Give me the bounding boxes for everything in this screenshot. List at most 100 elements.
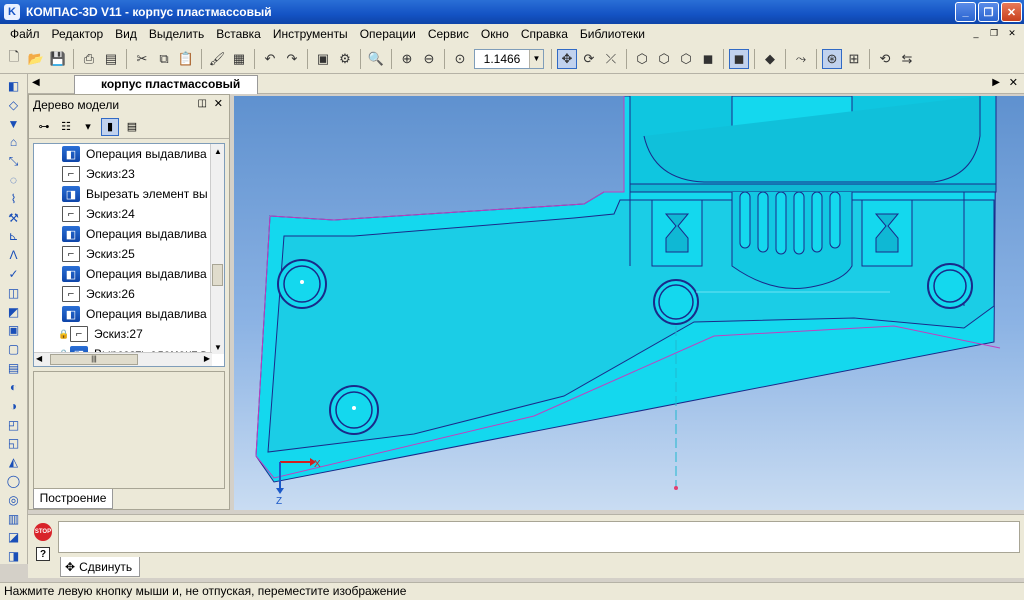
menu-editor[interactable]: Редактор bbox=[46, 27, 110, 41]
tab-close-icon[interactable]: ✕ bbox=[1009, 76, 1018, 89]
array-op-icon[interactable]: ▥ bbox=[4, 511, 24, 527]
tree-item[interactable]: ⌐ Эскиз:23 bbox=[34, 164, 224, 184]
pan-icon[interactable]: ✥ bbox=[557, 48, 577, 69]
fillet-icon[interactable]: ◐ bbox=[4, 379, 24, 395]
sheet-metal-icon[interactable]: ⚒ bbox=[4, 210, 24, 226]
section-icon[interactable]: ◯ bbox=[4, 473, 24, 489]
menu-window[interactable]: Окно bbox=[475, 27, 515, 41]
mirror-icon[interactable]: ◎ bbox=[4, 492, 24, 508]
tree-structure-icon[interactable]: ⊶ bbox=[35, 118, 53, 136]
scroll-up-icon[interactable]: ▲ bbox=[211, 144, 224, 158]
hidden-lines-icon[interactable]: ⬡ bbox=[654, 49, 674, 69]
close-button[interactable]: ✕ bbox=[1001, 2, 1022, 22]
tree-item[interactable]: ◧ Операция выдавлива bbox=[34, 224, 224, 244]
assembly-icon[interactable]: ◨ bbox=[4, 548, 24, 564]
tab-scroll-left-icon[interactable]: ◀ bbox=[32, 77, 40, 88]
doc-close-icon[interactable]: ✕ bbox=[1004, 26, 1020, 40]
refresh-icon[interactable]: ⇆ bbox=[897, 49, 917, 69]
undo-icon[interactable]: ↶ bbox=[260, 49, 280, 69]
tree-vertical-scrollbar[interactable]: ▲ ▼ bbox=[210, 144, 224, 354]
perspective-icon[interactable]: ◆ bbox=[760, 49, 780, 69]
tree-options-icon[interactable]: ▤ bbox=[123, 118, 141, 136]
open-folder-icon[interactable]: 📂 bbox=[26, 49, 46, 69]
menu-libraries[interactable]: Библиотеки bbox=[574, 27, 651, 41]
tree-item[interactable]: 🔒 ⌐ Эскиз:27 bbox=[34, 324, 224, 344]
redo-icon[interactable]: ↷ bbox=[282, 49, 302, 69]
snap-icon[interactable]: ⊛ bbox=[822, 48, 842, 69]
menu-operations[interactable]: Операции bbox=[354, 27, 422, 41]
shell-icon[interactable]: ◰ bbox=[4, 417, 24, 433]
scroll-thumb[interactable]: ||| bbox=[50, 354, 138, 365]
measure-tools-icon[interactable]: ✓ bbox=[4, 266, 24, 282]
tree-item[interactable]: ◧ Операция выдавлива bbox=[34, 264, 224, 284]
zoom-window-icon[interactable]: 🔍 bbox=[366, 49, 386, 69]
tree-item[interactable]: ⌐ Эскиз:24 bbox=[34, 204, 224, 224]
chevron-down-icon[interactable]: ▾ bbox=[79, 118, 97, 136]
menu-service[interactable]: Сервис bbox=[422, 27, 475, 41]
panel-close-icon[interactable]: ✕ bbox=[214, 97, 223, 110]
stop-icon[interactable]: STOP bbox=[34, 523, 52, 541]
tab-construction[interactable]: Построение bbox=[33, 489, 113, 509]
chamfer-icon[interactable]: ◑ bbox=[4, 398, 24, 414]
tree-item[interactable]: ◧ Операция выдавлива bbox=[34, 304, 224, 324]
model-viewport[interactable]: X Z bbox=[234, 96, 1024, 510]
extrude-icon[interactable]: ◫ bbox=[4, 285, 24, 301]
rib-icon[interactable]: ◱ bbox=[4, 435, 24, 451]
scroll-thumb[interactable] bbox=[212, 264, 223, 286]
scroll-down-icon[interactable]: ▼ bbox=[211, 340, 224, 354]
doc-minimize-icon[interactable]: _ bbox=[968, 26, 984, 40]
print-icon[interactable]: ▤ bbox=[101, 49, 121, 69]
arrays-icon[interactable]: ⌂ bbox=[4, 134, 24, 150]
show-tree-icon[interactable]: ▮ bbox=[101, 117, 119, 136]
scroll-left-icon[interactable]: ◀ bbox=[36, 354, 42, 363]
pin-icon[interactable]: ◫ bbox=[198, 98, 207, 109]
halftone-icon[interactable]: ◼ bbox=[698, 49, 718, 69]
rotate-icon[interactable]: ⟳ bbox=[579, 49, 599, 69]
incline-icon[interactable]: ◭ bbox=[4, 454, 24, 470]
tab-scroll-right-icon[interactable]: ▶ bbox=[992, 77, 1000, 88]
tab-move[interactable]: ✥ Сдвинуть bbox=[60, 557, 140, 577]
rotate-op-icon[interactable]: ◩ bbox=[4, 304, 24, 320]
zoom-in-icon[interactable]: ⊕ bbox=[397, 49, 417, 69]
auxiliary-geometry-icon[interactable]: ⤡ bbox=[4, 153, 24, 169]
orientation-icon[interactable]: ⤫ bbox=[601, 49, 621, 69]
zoom-out-icon[interactable]: ⊖ bbox=[419, 49, 439, 69]
menu-tools[interactable]: Инструменты bbox=[267, 27, 354, 41]
halftone-edges-icon[interactable]: ◼ bbox=[729, 48, 749, 69]
zoom-combobox[interactable]: 1.1466 ▼ bbox=[474, 48, 544, 69]
designations-icon[interactable]: Λ bbox=[4, 247, 24, 263]
measure-icon[interactable]: ⊞ bbox=[844, 49, 864, 69]
tree-horizontal-scrollbar[interactable]: ◀ ||| ▶ bbox=[34, 352, 212, 366]
manager-icon[interactable]: ▣ bbox=[313, 49, 333, 69]
menu-view[interactable]: Вид bbox=[109, 27, 143, 41]
doc-restore-icon[interactable]: ❐ bbox=[986, 26, 1002, 40]
diagnostics-icon[interactable]: ◌ bbox=[4, 172, 24, 188]
cut-icon[interactable]: ✂ bbox=[132, 49, 152, 69]
filter-icon[interactable]: ⤳ bbox=[791, 49, 811, 69]
tree-item[interactable]: ◨ Вырезать элемент вы bbox=[34, 184, 224, 204]
wireframe-icon[interactable]: ⬡ bbox=[632, 49, 652, 69]
print-preview-icon[interactable]: ⎙ bbox=[79, 49, 99, 69]
dimensions-icon[interactable]: ⊾ bbox=[4, 229, 24, 245]
restore-button[interactable]: ❐ bbox=[978, 2, 999, 22]
minimize-button[interactable]: _ bbox=[955, 2, 976, 22]
editing-details-icon[interactable]: ◧ bbox=[4, 78, 24, 94]
sketch-icon[interactable]: ⌇ bbox=[4, 191, 24, 207]
scroll-right-icon[interactable]: ▶ bbox=[204, 354, 210, 363]
kinematic-icon[interactable]: ▣ bbox=[4, 323, 24, 339]
menu-insert[interactable]: Вставка bbox=[210, 27, 267, 41]
tree-display-icon[interactable]: ☷ bbox=[57, 118, 75, 136]
zoom-value[interactable]: 1.1466 bbox=[475, 52, 529, 66]
help-icon[interactable]: ? bbox=[36, 547, 50, 561]
new-document-icon[interactable]: 🗋 bbox=[4, 49, 24, 69]
tree-item[interactable]: ⌐ Эскиз:26 bbox=[34, 284, 224, 304]
menu-file[interactable]: Файл bbox=[4, 27, 46, 41]
paste-icon[interactable]: 📋 bbox=[176, 49, 196, 69]
tree-item[interactable]: ⌐ Эскиз:25 bbox=[34, 244, 224, 264]
surfaces-icon[interactable]: ▼ bbox=[4, 116, 24, 132]
format-brush-icon[interactable]: 🖌 bbox=[207, 49, 227, 69]
document-tab[interactable]: корпус пластмассовый bbox=[74, 75, 258, 94]
property-field[interactable] bbox=[58, 521, 1020, 553]
rebuild-icon[interactable]: ⟲ bbox=[875, 49, 895, 69]
spatial-curves-icon[interactable]: ◇ bbox=[4, 97, 24, 113]
